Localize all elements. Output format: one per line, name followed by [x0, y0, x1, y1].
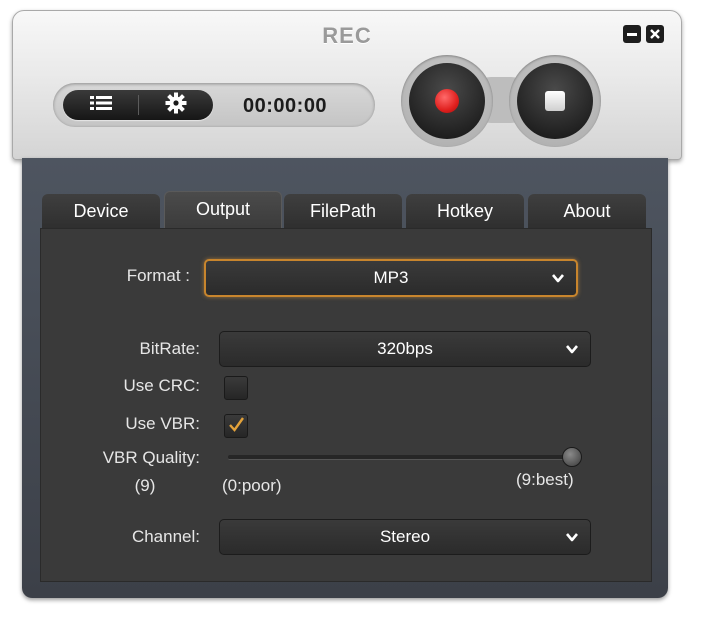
- close-button[interactable]: [646, 25, 664, 43]
- toolbar-buttons: [63, 90, 213, 120]
- tab-filepath[interactable]: FilePath: [284, 194, 402, 228]
- format-select[interactable]: MP3: [204, 259, 578, 297]
- recording-timer: 00:00:00: [243, 95, 328, 117]
- tab-device[interactable]: Device: [42, 194, 160, 228]
- chevron-down-icon: [550, 270, 566, 286]
- use-vbr-label: Use VBR:: [125, 414, 200, 433]
- tab-bar: Device Output FilePath Hotkey About: [42, 191, 646, 229]
- gear-icon: [165, 92, 187, 118]
- use-crc-checkbox[interactable]: [224, 376, 248, 400]
- channel-label: Channel:: [131, 527, 200, 546]
- format-label: Format :: [126, 266, 190, 285]
- format-value: MP3: [373, 268, 409, 287]
- channel-value: Stereo: [379, 527, 431, 546]
- settings-button[interactable]: [138, 90, 213, 120]
- list-button[interactable]: [63, 90, 138, 120]
- stop-icon: [545, 91, 565, 111]
- list-icon: [88, 94, 114, 116]
- minimize-icon: [623, 32, 641, 47]
- vbr-quality-current: (9): [134, 476, 156, 495]
- record-button[interactable]: [409, 63, 485, 139]
- bitrate-select[interactable]: 320bps: [219, 331, 591, 367]
- tab-about[interactable]: About: [528, 194, 646, 228]
- vbr-min-label: (0:poor): [222, 476, 282, 495]
- chevron-down-icon: [564, 529, 580, 545]
- stop-button[interactable]: [517, 63, 593, 139]
- bitrate-value: 320bps: [377, 339, 433, 358]
- vbr-max-label: (9:best): [516, 470, 574, 489]
- slider-thumb[interactable]: [562, 447, 582, 467]
- vbr-quality-label: VBR Quality:: [102, 448, 200, 467]
- vbr-quality-slider[interactable]: [228, 447, 582, 467]
- minimize-button[interactable]: [623, 25, 641, 43]
- record-icon: [435, 89, 459, 113]
- close-icon: [646, 29, 664, 47]
- chevron-down-icon: [564, 341, 580, 357]
- checkmark-icon: [226, 416, 246, 440]
- use-vbr-checkbox[interactable]: [224, 414, 248, 438]
- use-crc-label: Use CRC:: [123, 376, 200, 395]
- channel-select[interactable]: Stereo: [219, 519, 591, 555]
- title-bar: REC 00:00:00: [12, 10, 682, 160]
- bitrate-label: BitRate:: [139, 339, 200, 358]
- app-title: REC: [322, 23, 372, 48]
- control-pill: 00:00:00: [53, 83, 375, 127]
- tab-hotkey[interactable]: Hotkey: [406, 194, 524, 228]
- tab-output[interactable]: Output: [164, 191, 282, 229]
- stop-ring: [509, 55, 601, 147]
- record-controls: [401, 55, 601, 151]
- record-ring: [401, 55, 493, 147]
